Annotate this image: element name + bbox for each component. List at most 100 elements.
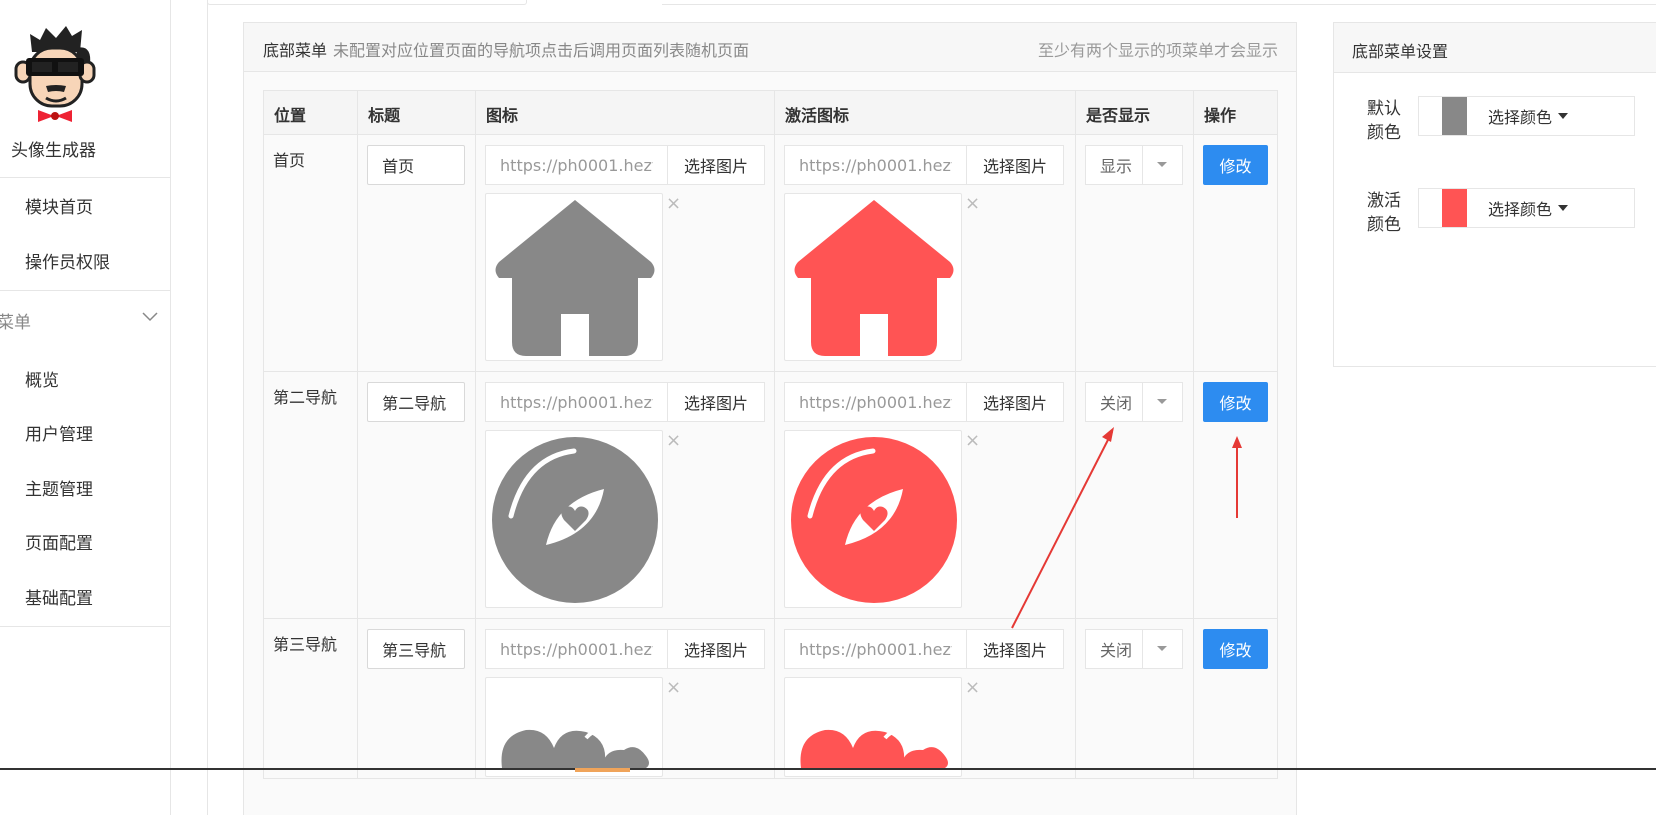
active-icon-url-input[interactable] [784,382,967,422]
settings-title: 底部菜单设置 [1352,42,1449,61]
pick-color-label: 选择颜色 [1488,108,1553,127]
action-cell: 修改 [1192,618,1279,779]
remove-image-icon[interactable]: × [965,677,980,698]
content-border [207,0,208,815]
show-select[interactable]: 显示 [1084,145,1183,185]
sidebar-divider [0,626,171,627]
active-icon-cell: 选择图片 × [774,371,1076,619]
column-header-show: 是否显示 [1074,90,1194,135]
select-image-button[interactable]: 选择图片 [667,145,766,185]
active-color-label: 激活颜色 [1367,191,1401,235]
discover-heart-icon [791,437,958,603]
chevron-down-icon[interactable] [142,310,158,324]
pick-color-label: 选择颜色 [1488,200,1553,219]
sidebar: 头像生成器 模块首页 操作员权限 菜单 概览 用户管理 主题管理 页面配置 基础… [0,0,171,815]
table-header-row: 位置 标题 图标 激活图标 是否显示 操作 [262,90,1279,135]
action-cell: 修改 [1192,134,1279,372]
remove-image-icon[interactable]: × [666,677,681,698]
tab-strip-left [207,0,527,5]
caret-down-icon[interactable] [1141,383,1182,421]
remove-image-icon[interactable]: × [666,193,681,214]
caret-down-icon [1558,204,1569,211]
row-position: 第三导航 [262,618,359,779]
show-select-value: 关闭 [1099,394,1132,413]
icon-url-input[interactable] [485,145,668,185]
row-position: 第二导航 [262,371,359,619]
icon-cell: 选择图片 × [475,371,776,619]
bottom-border [0,768,1656,770]
icon-preview [485,430,664,608]
default-color-label: 默认颜色 [1367,99,1401,143]
active-icon-url-input[interactable] [784,629,967,669]
title-input[interactable] [367,382,466,422]
pick-active-color-button[interactable]: 选择颜色 [1475,188,1635,228]
app-window: 头像生成器 模块首页 操作员权限 菜单 概览 用户管理 主题管理 页面配置 基础… [0,0,1656,815]
default-color-swatch[interactable] [1418,96,1476,136]
active-icon-url-input[interactable] [784,145,967,185]
caret-down-icon[interactable] [1141,146,1182,184]
show-cell: 显示 [1074,134,1194,372]
column-header-active-icon: 激活图标 [774,90,1076,135]
panel-header: 底部菜单 未配置对应位置页面的导航项点击后调用页面列表随机页面 至少有两个显示的项… [244,23,1296,72]
active-icon-cell: 选择图片 × [774,618,1076,779]
caret-down-icon[interactable] [1141,630,1182,668]
active-icon-url-group: 选择图片 [784,629,1065,669]
active-icon-preview [784,430,963,608]
home-icon [794,200,954,356]
icon-url-group: 选择图片 [485,629,766,669]
edit-button[interactable]: 修改 [1202,629,1268,669]
active-icon-preview [784,677,963,777]
bottom-menu-settings-panel: 底部菜单设置 默认颜色 选择颜色 激活颜色 选择颜色 [1333,22,1656,367]
panel-note: 至少有两个显示的项菜单才会显示 [1037,41,1278,60]
select-image-button[interactable]: 选择图片 [966,382,1065,422]
action-cell: 修改 [1192,371,1279,619]
sidebar-divider [0,290,171,291]
row-title-cell [357,134,477,372]
column-header-action: 操作 [1192,90,1279,135]
panel-subtitle: 未配置对应位置页面的导航项点击后调用页面列表随机页面 [333,41,750,60]
show-select-value: 关闭 [1099,641,1132,660]
active-icon-preview [784,193,963,361]
icon-url-group: 选择图片 [485,382,766,422]
sidebar-item-operator-permissions[interactable]: 操作员权限 [25,248,110,273]
sidebar-item-page-config[interactable]: 页面配置 [25,529,93,554]
title-input[interactable] [367,145,466,185]
sidebar-item-module-home[interactable]: 模块首页 [25,193,93,218]
remove-image-icon[interactable]: × [666,430,681,451]
select-image-button[interactable]: 选择图片 [667,629,766,669]
discover-heart-icon [492,437,659,603]
remove-image-icon[interactable]: × [965,430,980,451]
sidebar-item-basic-config[interactable]: 基础配置 [25,584,93,609]
icon-preview [485,193,664,361]
table-row: 第三导航 选择图片 [262,618,1279,779]
sidebar-item-theme-management[interactable]: 主题管理 [25,475,93,500]
remove-image-icon[interactable]: × [965,193,980,214]
sidebar-group-menu[interactable]: 菜单 [0,308,31,333]
sidebar-item-user-management[interactable]: 用户管理 [25,420,93,445]
caret-down-icon [1558,112,1569,119]
title-input[interactable] [367,629,466,669]
brand-name: 头像生成器 [11,141,96,161]
bottom-menu-panel: 底部菜单 未配置对应位置页面的导航项点击后调用页面列表随机页面 至少有两个显示的项… [243,22,1297,815]
active-icon-url-group: 选择图片 [784,145,1065,185]
edit-button[interactable]: 修改 [1202,145,1268,185]
panel-title-text: 底部菜单 [263,41,328,60]
show-select[interactable]: 关闭 [1084,629,1183,669]
column-header-position: 位置 [262,90,359,135]
active-color-fill [1442,189,1467,227]
sidebar-item-overview[interactable]: 概览 [25,366,59,391]
select-image-button[interactable]: 选择图片 [667,382,766,422]
edit-button[interactable]: 修改 [1202,382,1268,422]
select-image-button[interactable]: 选择图片 [966,145,1065,185]
active-color-swatch[interactable] [1418,188,1476,228]
table-row: 首页 选择图片 × [262,134,1279,372]
select-image-button[interactable]: 选择图片 [966,629,1065,669]
icon-url-input[interactable] [485,382,668,422]
nav-table: 位置 标题 图标 激活图标 是否显示 操作 首页 选择图片 [262,90,1279,779]
panel-title: 底部菜单 未配置对应位置页面的导航项点击后调用页面列表随机页面 [263,37,749,61]
show-select[interactable]: 关闭 [1084,382,1183,422]
icon-url-input[interactable] [485,629,668,669]
table-row: 第二导航 选择图片 [262,371,1279,619]
pick-default-color-button[interactable]: 选择颜色 [1475,96,1635,136]
column-header-title: 标题 [357,90,477,135]
